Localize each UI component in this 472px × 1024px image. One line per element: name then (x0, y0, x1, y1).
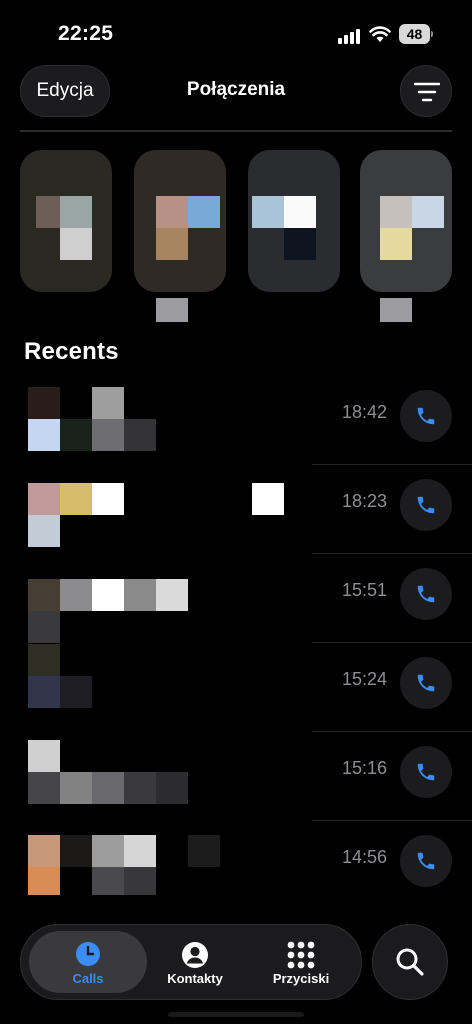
call-time: 15:16 (341, 758, 387, 778)
status-bar: 22:25 48 (0, 0, 472, 64)
wifi-icon (369, 26, 391, 42)
recent-call-row[interactable]: 14:56 (0, 822, 472, 910)
phone-icon (417, 763, 435, 781)
filter-icon (414, 82, 440, 102)
tab-calls[interactable]: Calls (29, 931, 147, 993)
status-time: 22:25 (58, 22, 114, 45)
favorite-2[interactable] (134, 150, 226, 292)
tab-calls-label: Calls (72, 971, 104, 986)
search-icon (396, 948, 424, 976)
clock-icon (76, 942, 100, 966)
phone-icon (417, 852, 435, 870)
call-time: 14:56 (341, 847, 387, 867)
battery-level: 48 (399, 24, 430, 44)
favorite-1[interactable] (20, 150, 112, 292)
favorite-3[interactable] (248, 150, 340, 292)
person-icon (182, 942, 208, 968)
phone-icon (417, 585, 435, 603)
search-button[interactable] (372, 924, 448, 1000)
call-button[interactable] (400, 746, 452, 798)
recent-call-row[interactable]: 18:42 (0, 377, 472, 465)
recent-call-row[interactable]: 15:24 (0, 644, 472, 732)
call-button[interactable] (400, 479, 452, 531)
favorite-2-label (156, 298, 188, 322)
tab-keypad-label: Przyciski (272, 971, 330, 986)
call-time: 15:51 (341, 580, 387, 600)
header-divider (20, 130, 452, 132)
tab-bar: Calls Kontakty Przyciski (20, 924, 362, 1000)
call-time: 18:23 (341, 491, 387, 511)
call-button[interactable] (400, 568, 452, 620)
battery-icon: 48 (399, 24, 433, 44)
phone-icon (417, 407, 435, 425)
call-button[interactable] (400, 657, 452, 709)
favorite-4[interactable] (360, 150, 452, 292)
recent-call-row[interactable]: 15:16 (0, 733, 472, 821)
call-time: 18:42 (341, 402, 387, 422)
home-indicator (168, 1012, 304, 1017)
phone-icon (417, 674, 435, 692)
call-time: 15:24 (341, 669, 387, 689)
recent-call-row[interactable]: 18:23 (0, 466, 472, 554)
cellular-signal-icon (338, 29, 360, 44)
tab-contacts-label: Kontakty (167, 971, 223, 986)
favorite-4-label (380, 298, 412, 322)
call-button[interactable] (400, 835, 452, 887)
tab-contacts[interactable]: Kontakty (141, 931, 249, 993)
tab-keypad[interactable]: Przyciski (247, 931, 355, 993)
phone-icon (417, 496, 435, 514)
recent-call-row[interactable]: 15:51 (0, 555, 472, 643)
recents-title: Recents (24, 338, 119, 365)
keypad-icon (287, 941, 315, 969)
filter-button[interactable] (400, 65, 452, 117)
call-button[interactable] (400, 390, 452, 442)
